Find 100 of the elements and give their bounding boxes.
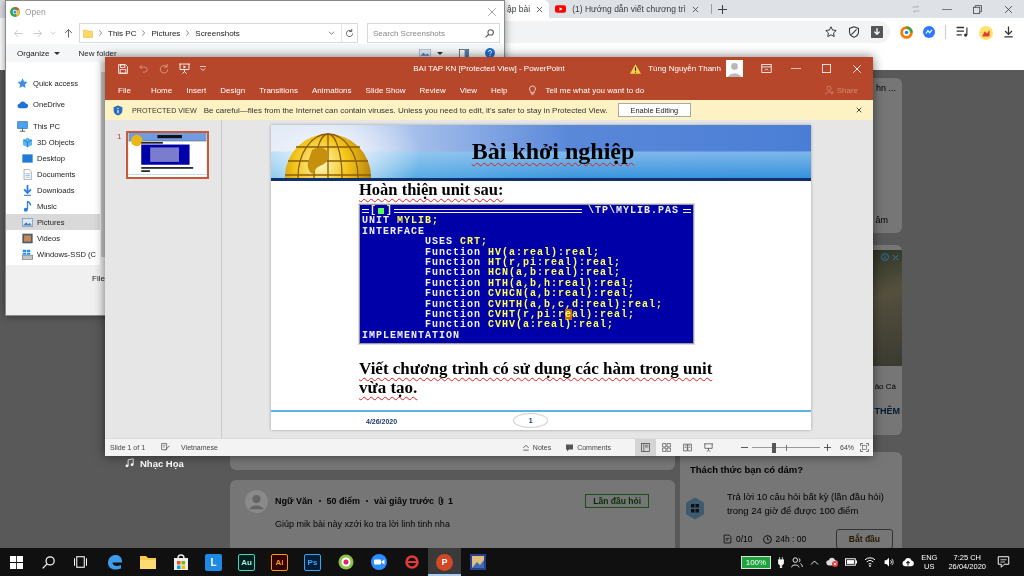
wifi-icon[interactable]	[864, 557, 877, 567]
ribbon-tab[interactable]: View	[452, 80, 485, 100]
cloud-upload-icon[interactable]	[902, 557, 915, 567]
lightbulb-icon	[528, 84, 538, 96]
close-icon	[852, 63, 862, 74]
search-icon	[485, 28, 494, 38]
music-note-icon	[125, 458, 134, 468]
breadcrumb-item[interactable]: Screenshots	[195, 28, 240, 38]
breadcrumb-item[interactable]: Pictures	[151, 28, 181, 38]
taskbar-app-button[interactable]: Ps	[296, 548, 329, 576]
cloud-icon	[17, 98, 28, 110]
taskbar-app-button[interactable]: Au	[230, 548, 263, 576]
shield-icon[interactable]	[848, 26, 860, 38]
scrollbar-thumb[interactable]	[101, 72, 105, 257]
taskbar-app-button[interactable]: P	[428, 548, 461, 576]
zoom-slider-thumb[interactable]	[772, 442, 777, 453]
cube-icon	[22, 136, 33, 148]
round-badge-icon[interactable]	[979, 26, 993, 40]
code-line: USES CRT;	[424, 237, 489, 248]
dialog-title: Open	[25, 6, 46, 17]
ring-icon[interactable]	[900, 26, 913, 39]
clock-icon	[762, 534, 772, 544]
task-view-icon	[73, 556, 87, 568]
square-icon	[378, 208, 384, 215]
plus-icon[interactable]	[717, 4, 727, 14]
computer-icon	[17, 120, 28, 132]
window-title: BAI TAP KN [Protected View] - PowerPoint	[413, 64, 565, 73]
notification-icon[interactable]	[997, 556, 1010, 568]
star-icon[interactable]	[825, 26, 837, 38]
close-icon[interactable]	[536, 5, 544, 13]
chevron-right-icon	[142, 30, 146, 36]
proofing-icon[interactable]	[161, 443, 171, 452]
download-icon[interactable]	[871, 26, 883, 38]
picture-icon	[469, 554, 486, 570]
new-folder-button[interactable]: New folder	[78, 48, 117, 58]
battery-level: 100%	[740, 555, 772, 569]
view-button[interactable]	[635, 439, 656, 456]
cloud-error-icon[interactable]	[826, 557, 839, 567]
breadcrumb-item[interactable]: This PC	[108, 28, 137, 38]
search-field[interactable]: Search Screenshots	[367, 23, 500, 43]
question-text: Giúp mik bài này xzới ko tra lời linh tinh nha	[275, 519, 451, 530]
ribbon-tab[interactable]: Animations	[305, 80, 359, 100]
code-line: Function CVHV(a:real):real;	[424, 320, 615, 331]
round-logo-icon[interactable]	[923, 26, 935, 38]
code-line: INTERFACE	[362, 226, 425, 238]
customize-caret-icon[interactable]	[200, 66, 206, 71]
ribbon-tab[interactable]: File	[111, 80, 138, 100]
zoom-out-icon[interactable]	[741, 444, 748, 451]
points-label: 50 điểm	[326, 495, 361, 506]
card-text: hn ...	[876, 83, 896, 93]
film-icon	[22, 232, 33, 244]
speaker-icon[interactable]	[883, 557, 896, 567]
people-icon[interactable]	[791, 556, 804, 568]
presentation-icon[interactable]	[179, 63, 190, 74]
message-text: Be careful—files from the Internet can contain viruses. Unless you need to edit, it's safer to stay in Protected View.	[203, 105, 608, 115]
ribbon-tab[interactable]: Slide Show	[358, 80, 413, 100]
preview-pane-icon[interactable]	[459, 48, 469, 58]
ribbon-tab[interactable]: Review	[412, 80, 453, 100]
chevron-down-icon	[50, 31, 56, 35]
app-logo-icon	[10, 6, 20, 17]
user-name[interactable]: Tùng Nguyễn Thanh	[648, 64, 721, 73]
tell-me-search[interactable]: Tell me what you want to do	[528, 80, 645, 100]
play-logo-icon	[555, 5, 567, 13]
minimize-icon	[941, 8, 952, 10]
ribbon-tab[interactable]: Home	[143, 80, 180, 100]
close-icon[interactable]	[691, 5, 699, 13]
ribbon-tab[interactable]: Help	[484, 80, 515, 100]
challenge-title: Thách thức bạn có dám?	[690, 464, 804, 476]
chevron-up-icon[interactable]	[810, 559, 820, 565]
save-icon[interactable]	[118, 63, 128, 74]
sidebar-link[interactable]: Nhạc Họa	[125, 457, 230, 469]
taskbar-app-button[interactable]: Ai	[263, 548, 296, 576]
code-line: UNIT MYLIB;	[362, 216, 441, 227]
browser-tab[interactable]: (1) Hướng dẫn viết chương trì	[549, 0, 705, 18]
ribbon-tab[interactable]: Transitions	[252, 80, 305, 100]
ribbon-tab[interactable]: Design	[213, 80, 253, 100]
document-icon	[22, 168, 33, 180]
close-icon[interactable]	[856, 107, 862, 113]
attachment-count: 1	[448, 495, 454, 506]
subject-label[interactable]: Ngữ Văn	[275, 495, 313, 506]
taskbar-app-button[interactable]: L	[197, 548, 230, 576]
battery-icon[interactable]	[845, 558, 858, 566]
playlist-icon[interactable]	[956, 26, 969, 37]
address-field[interactable]: This PC Pictures Screenshots	[79, 23, 358, 43]
code-line: Function HV(a:real):real;	[424, 247, 601, 258]
card-link[interactable]: âm	[875, 215, 888, 225]
organize-menu[interactable]: Organize	[17, 48, 61, 58]
ribbon-tab[interactable]: Insert	[179, 80, 214, 100]
fit-to-window-icon[interactable]	[860, 443, 869, 452]
paperclip-icon	[438, 495, 444, 506]
code-line: Function CVHTH(a,b,c,d:real):real;	[424, 299, 665, 310]
plug-icon[interactable]	[778, 556, 785, 568]
more-link[interactable]: THÊM	[874, 406, 900, 416]
zoom-in-icon[interactable]	[824, 444, 831, 451]
download-icon[interactable]	[1003, 26, 1014, 38]
minimize-icon	[791, 68, 801, 69]
slide-number-label: 1	[117, 132, 122, 141]
code-line: Function HTH(a,b,h:real):real;	[424, 278, 637, 289]
close-icon	[487, 6, 497, 17]
ribbon-display-icon	[760, 64, 772, 73]
